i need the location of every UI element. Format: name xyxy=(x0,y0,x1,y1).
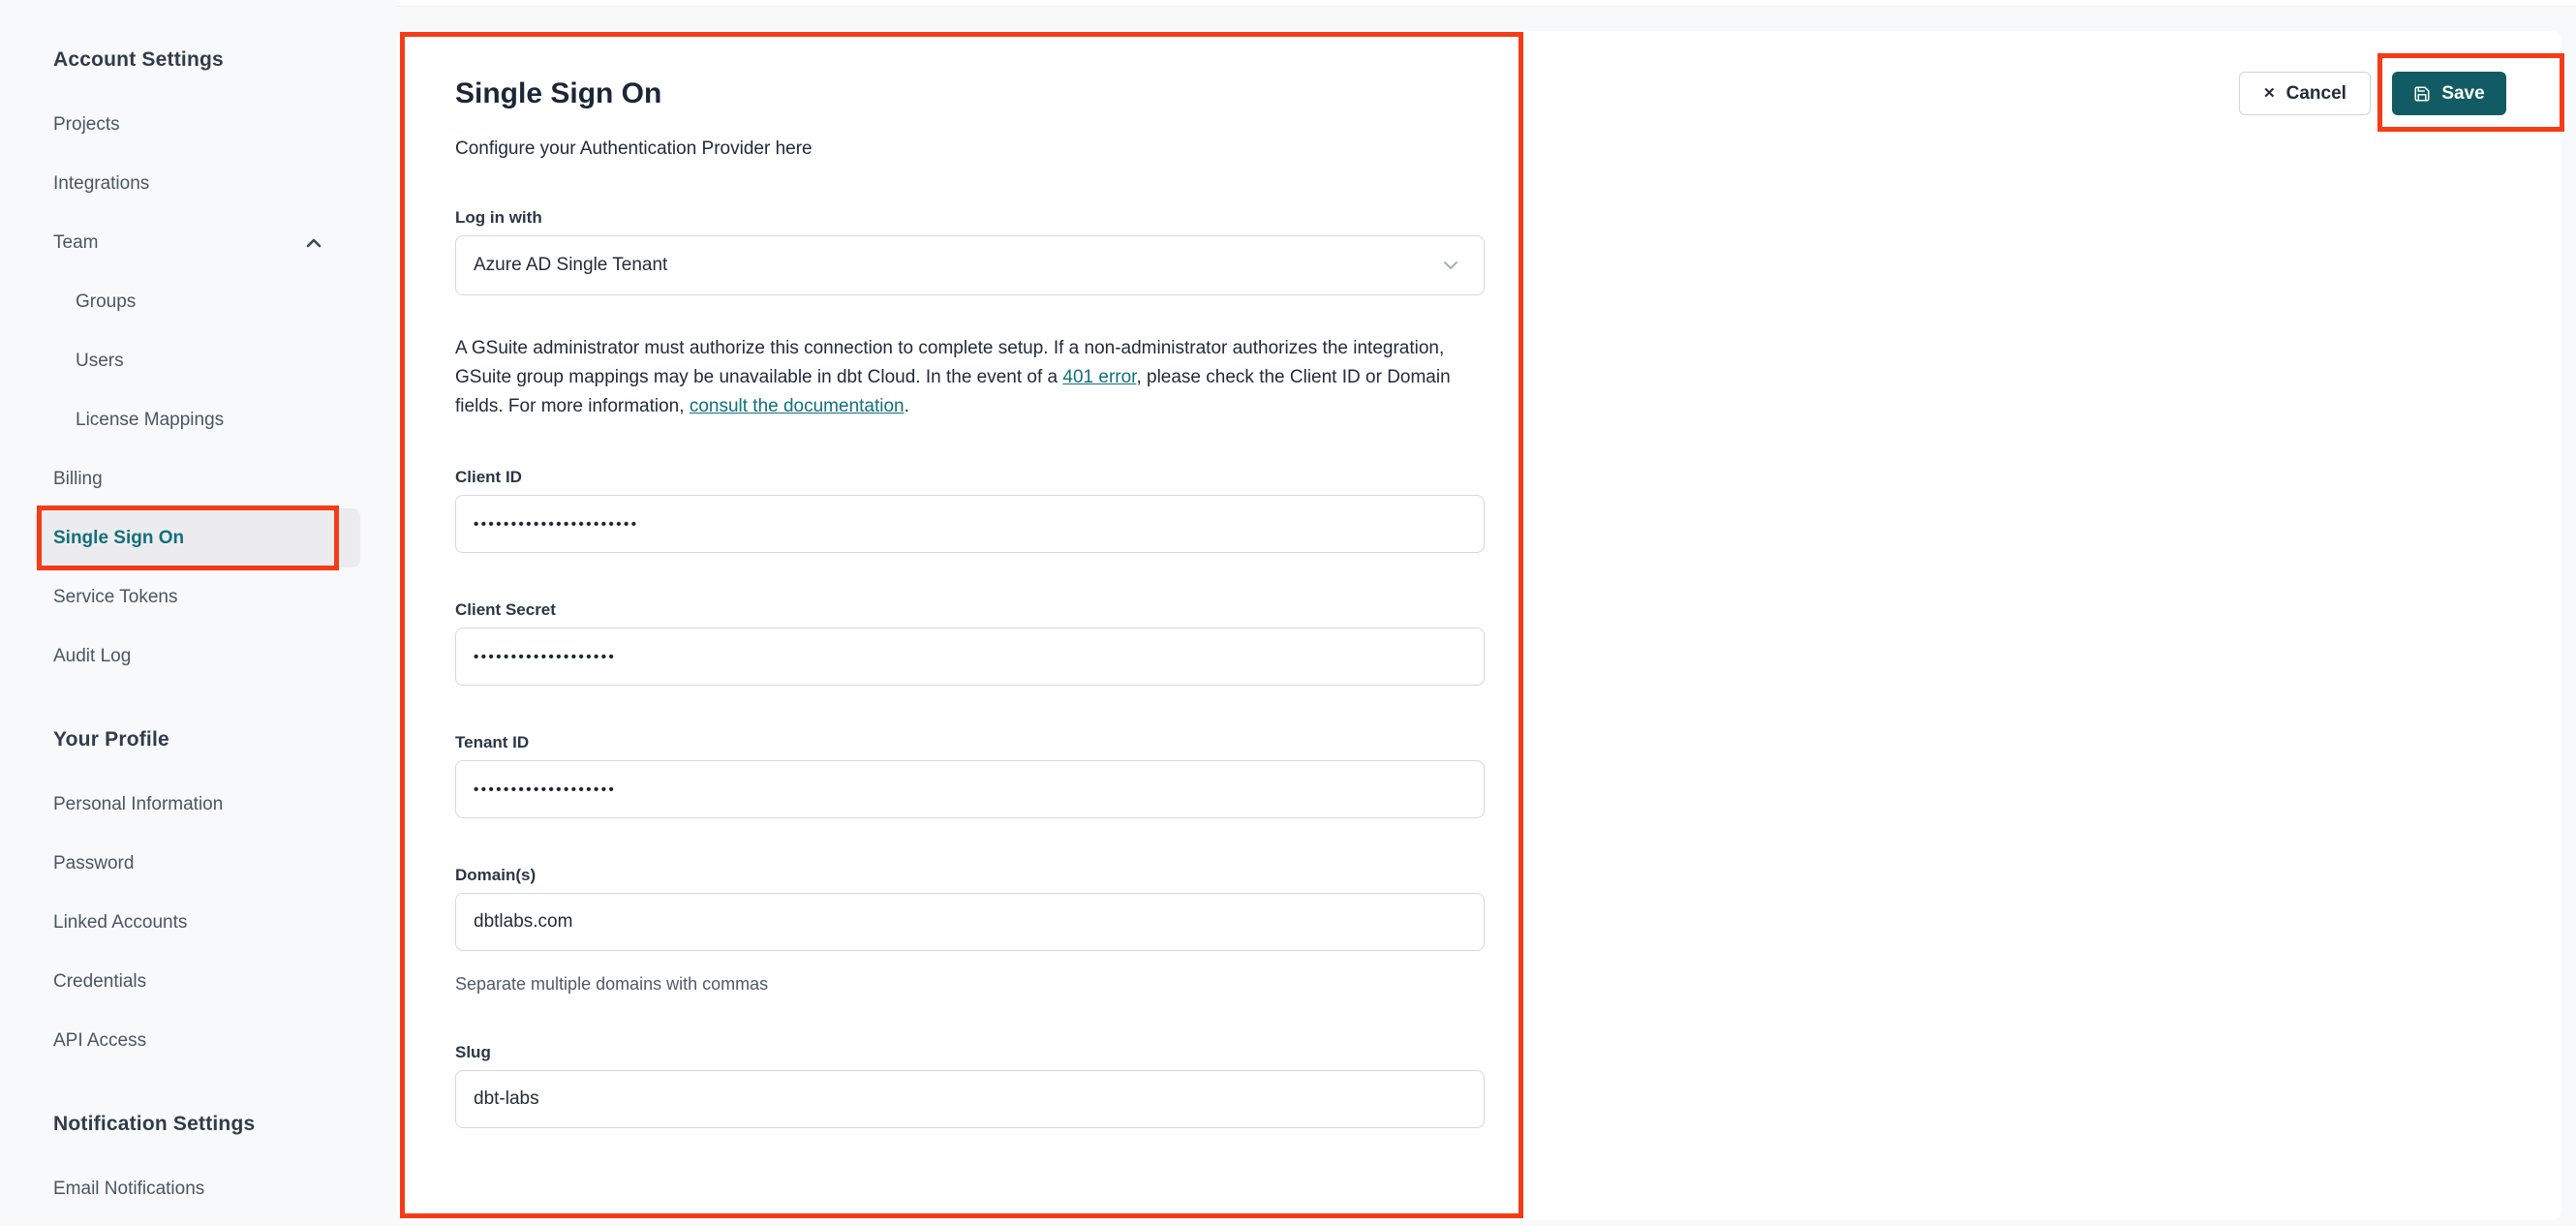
save-button[interactable]: Save xyxy=(2392,72,2506,115)
sidebar-item-label: Team xyxy=(53,231,99,253)
page-title: Single Sign On xyxy=(455,77,662,109)
sidebar-item-personal-information[interactable]: Personal Information xyxy=(0,775,397,834)
sidebar-item-audit-log[interactable]: Audit Log xyxy=(0,627,397,686)
sidebar-item-label: Service Tokens xyxy=(53,586,178,607)
cancel-button-label: Cancel xyxy=(2285,82,2346,104)
close-icon: ✕ xyxy=(2263,85,2276,102)
sidebar-section: Notification Settings Email Notification… xyxy=(0,1109,397,1218)
sidebar-section: Account Settings Projects Integrations T… xyxy=(0,45,397,686)
sidebar-item-linked-accounts[interactable]: Linked Accounts xyxy=(0,893,397,952)
sidebar-items: Email Notifications xyxy=(0,1159,397,1218)
field-label: Client Secret xyxy=(455,600,556,619)
sidebar-item-label: Users xyxy=(76,350,124,371)
sidebar-section-heading: Account Settings xyxy=(53,48,224,71)
domain-s-input[interactable]: dbtlabs.com xyxy=(455,893,1485,951)
sidebar-item-label: Billing xyxy=(53,468,103,489)
field-list: Client ID •••••••••••••••••••••• Client … xyxy=(455,467,1485,1128)
sidebar-item-billing[interactable]: Billing xyxy=(0,449,397,508)
field-group-slug: Slug dbt-labs xyxy=(455,1042,1485,1128)
sidebar-item-label: Personal Information xyxy=(53,793,224,814)
link-consult-documentation[interactable]: consult the documentation xyxy=(690,396,905,416)
client-id-input[interactable]: •••••••••••••••••••••• xyxy=(455,495,1485,553)
cancel-button[interactable]: ✕ Cancel xyxy=(2239,72,2371,115)
login-with-label: Log in with xyxy=(455,208,542,227)
client-secret-input[interactable]: ••••••••••••••••••• xyxy=(455,628,1485,686)
sidebar-item-single-sign-on[interactable]: Single Sign On xyxy=(35,506,360,570)
save-button-label: Save xyxy=(2441,82,2485,104)
sidebar-item-users[interactable]: Users xyxy=(0,331,397,390)
sidebar-section-heading: Your Profile xyxy=(53,728,169,751)
gsuite-notice: A GSuite administrator must authorize th… xyxy=(455,334,1485,421)
sidebar-item-label: Groups xyxy=(76,291,137,312)
field-value: ••••••••••••••••••• xyxy=(474,648,617,665)
sidebar-section: Your Profile Personal Information Passwo… xyxy=(0,724,397,1070)
sidebar-item-api-access[interactable]: API Access xyxy=(0,1011,397,1070)
slug-input[interactable]: dbt-labs xyxy=(455,1070,1485,1128)
sidebar: Account Settings Projects Integrations T… xyxy=(0,0,397,1226)
link-401-error[interactable]: 401 error xyxy=(1062,367,1136,387)
sidebar-item-team[interactable]: Team xyxy=(0,213,397,272)
chevron-up-icon xyxy=(306,238,322,247)
sidebar-item-credentials[interactable]: Credentials xyxy=(0,952,397,1011)
field-group-domain-s: Domain(s) dbtlabs.com Separate multiple … xyxy=(455,865,1485,996)
sidebar-item-email-notifications[interactable]: Email Notifications xyxy=(0,1159,397,1218)
field-group-tenant-id: Tenant ID ••••••••••••••••••• xyxy=(455,732,1485,818)
sidebar-item-label: Password xyxy=(53,852,135,874)
notice-text: . xyxy=(904,396,909,416)
sidebar-item-label: License Mappings xyxy=(76,409,225,430)
chevron-down-icon xyxy=(1444,261,1457,269)
sidebar-item-label: Audit Log xyxy=(53,645,132,666)
page-subtitle: Configure your Authentication Provider h… xyxy=(455,138,813,159)
sidebar-item-service-tokens[interactable]: Service Tokens xyxy=(0,567,397,627)
login-with-select[interactable]: Azure AD Single Tenant xyxy=(455,235,1485,295)
field-label: Client ID xyxy=(455,468,522,486)
field-label: Domain(s) xyxy=(455,866,537,884)
field-label: Slug xyxy=(455,1043,491,1061)
sidebar-item-label: API Access xyxy=(53,1029,147,1051)
floppy-disk-icon xyxy=(2414,86,2430,101)
field-value: dbtlabs.com xyxy=(474,911,573,932)
sidebar-section-heading: Notification Settings xyxy=(53,1113,256,1135)
field-label: Tenant ID xyxy=(455,733,530,751)
top-bar-remnant xyxy=(387,0,2576,7)
sidebar-item-label: Integrations xyxy=(53,172,150,194)
login-with-selected-value: Azure AD Single Tenant xyxy=(474,255,668,275)
field-group-client-secret: Client Secret ••••••••••••••••••• xyxy=(455,599,1485,686)
sidebar-item-projects[interactable]: Projects xyxy=(0,95,397,154)
sidebar-item-label: Linked Accounts xyxy=(53,911,188,933)
sidebar-item-label: Single Sign On xyxy=(53,527,185,548)
field-value: ••••••••••••••••••• xyxy=(474,781,617,798)
tenant-id-input[interactable]: ••••••••••••••••••• xyxy=(455,760,1485,818)
sidebar-item-password[interactable]: Password xyxy=(0,834,397,893)
field-value: dbt-labs xyxy=(474,1088,539,1109)
sidebar-item-label: Email Notifications xyxy=(53,1178,205,1199)
sidebar-items: Personal Information Password Linked Acc… xyxy=(0,775,397,1070)
field-group-client-id: Client ID •••••••••••••••••••••• xyxy=(455,467,1485,553)
sidebar-item-label: Credentials xyxy=(53,970,147,992)
content-card: Single Sign On Configure your Authentica… xyxy=(397,31,2561,1220)
field-helper: Separate multiple domains with commas xyxy=(455,974,769,994)
sso-form: Single Sign On Configure your Authentica… xyxy=(455,76,1485,1175)
sidebar-item-integrations[interactable]: Integrations xyxy=(0,154,397,213)
sidebar-item-groups[interactable]: Groups xyxy=(0,272,397,331)
field-value: •••••••••••••••••••••• xyxy=(474,515,639,533)
sidebar-item-label: Projects xyxy=(53,113,120,135)
sidebar-item-license-mappings[interactable]: License Mappings xyxy=(0,390,397,449)
sidebar-items: Projects Integrations Team Groups Users … xyxy=(0,95,397,686)
